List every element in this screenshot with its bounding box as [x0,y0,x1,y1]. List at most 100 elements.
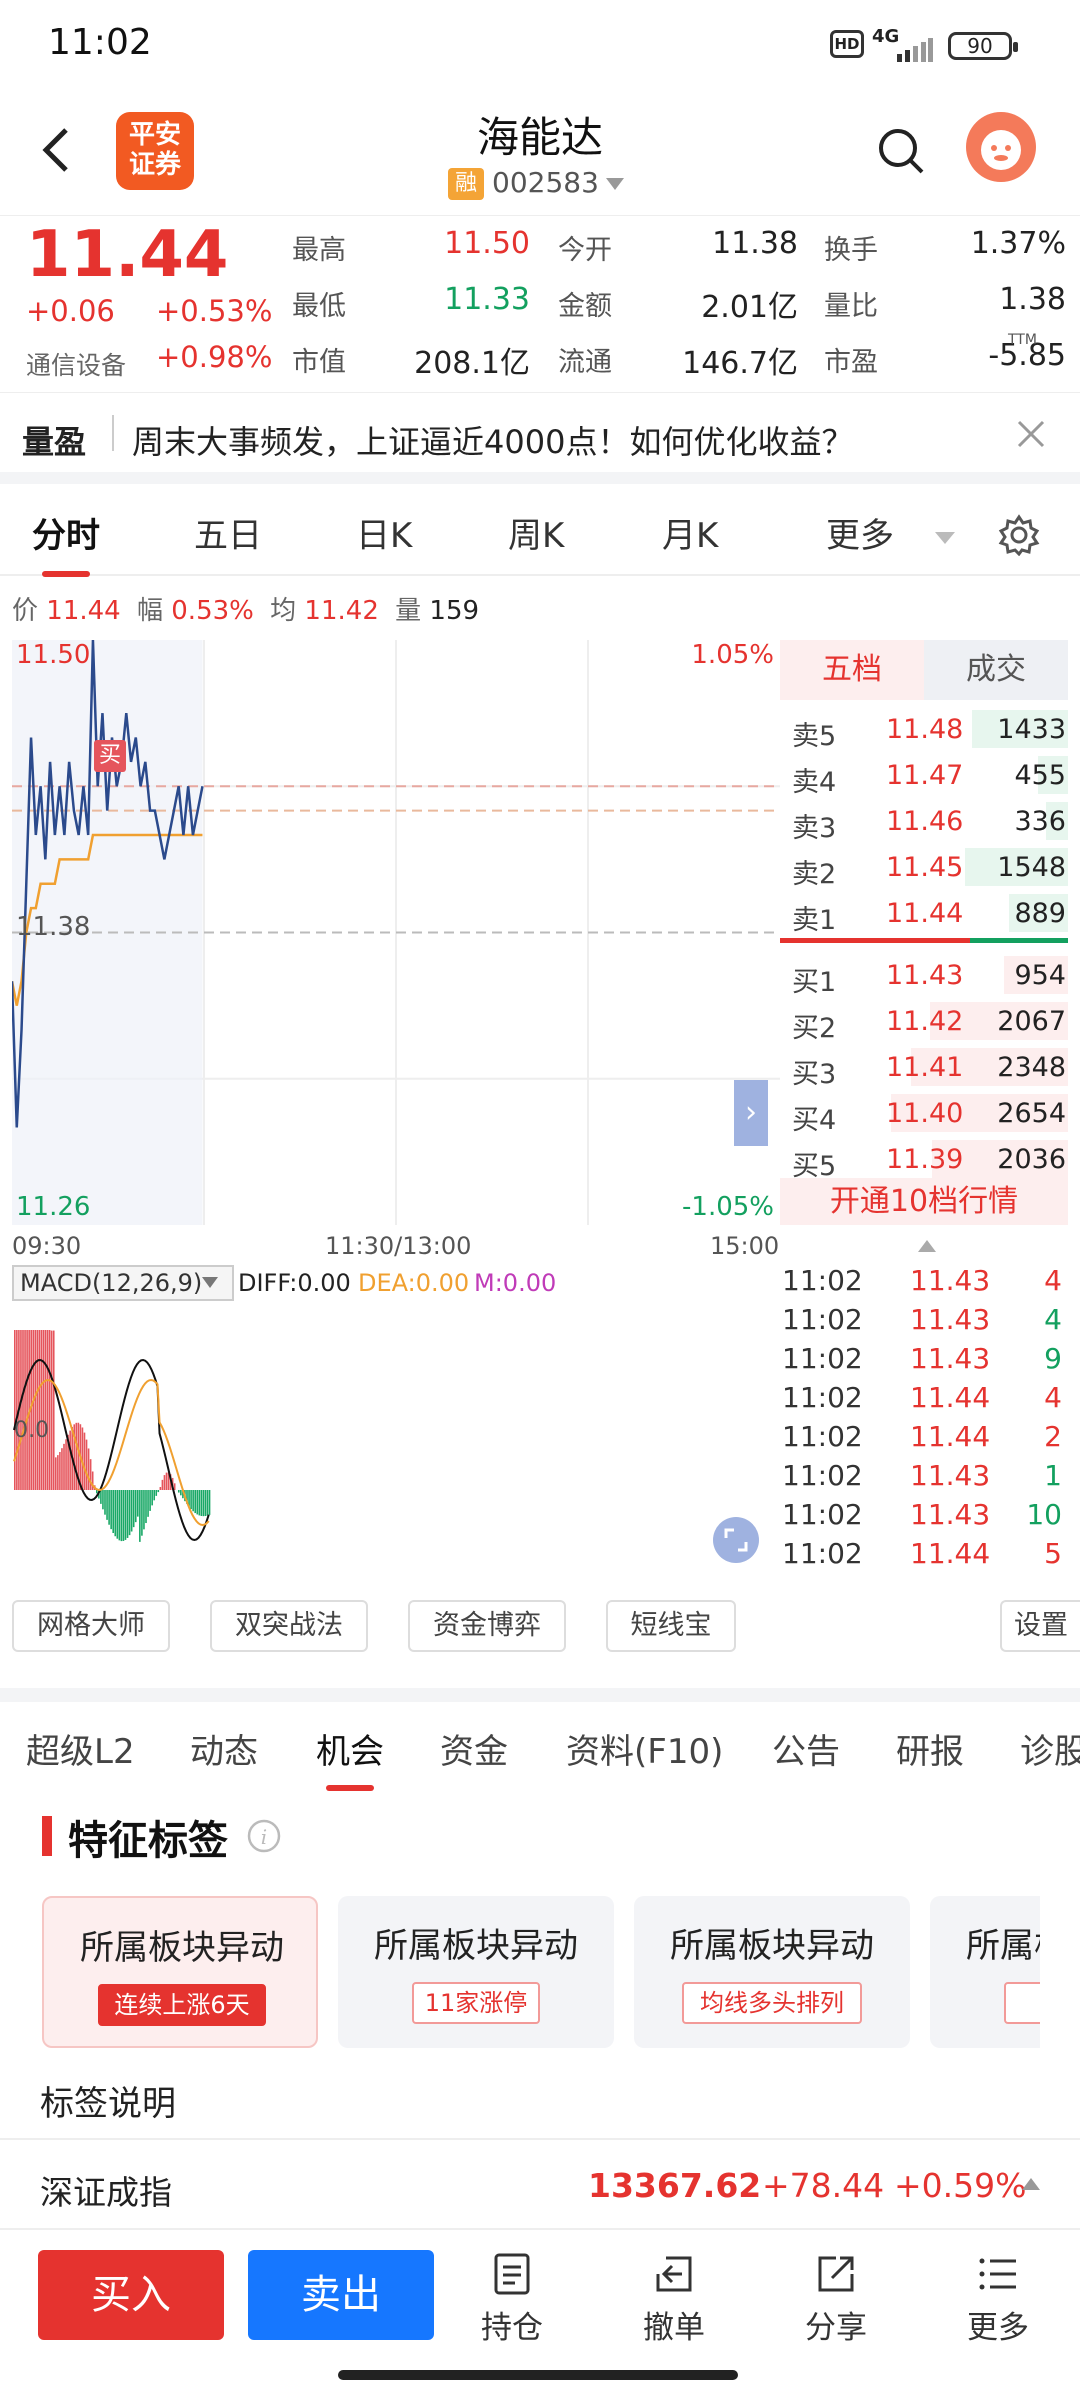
tab-monthly-k[interactable]: 月K [662,508,718,557]
news-banner[interactable]: 量盈 周末大事频发，上证逼近4000点！如何优化收益？ [0,392,1080,484]
tab-weekly-k[interactable]: 周K [508,508,564,557]
more-label: 更多 [967,2310,1029,2346]
range-label: 幅 [136,596,163,626]
index-change: +78.44 [762,2166,885,2205]
y-mid-label: 11.38 [16,912,91,942]
macd-bar [155,1490,158,1496]
bid-row[interactable]: 买3 11.41 2348 [780,1044,1068,1090]
search-icon[interactable] [876,126,926,176]
home-indicator[interactable] [338,2370,738,2380]
ask-row[interactable]: 卖4 11.47 455 [780,752,1068,798]
tab-f10[interactable]: 资料(F10) [566,1724,723,1773]
buy-button[interactable]: 买入 [38,2250,224,2340]
grid-master-button[interactable]: 网格大师 [12,1600,170,1652]
sell-button[interactable]: 卖出 [248,2250,434,2340]
tab-diagnosis[interactable]: 诊股 [1020,1724,1080,1773]
close-icon[interactable] [1016,419,1046,449]
tick-volume: 1 [1044,1459,1062,1492]
tab-research[interactable]: 研报 [896,1724,964,1773]
margin-tag: 融 [448,168,484,200]
open-level10-button[interactable]: 开通10档行情 [780,1178,1068,1225]
tick-row: 11:02 11.44 5 [780,1535,1070,1574]
stock-code[interactable]: 002583 [492,166,599,199]
ttm-superscript: TTM [1008,332,1037,348]
book-vol: 889 [1014,898,1066,929]
feature-card[interactable]: 所属板块异动三 [930,1896,1040,2048]
capital-game-button[interactable]: 资金博弈 [408,1600,566,1652]
tab-super-l2[interactable]: 超级L2 [26,1724,135,1773]
intraday-chart-svg [10,639,780,1225]
book-price: 11.48 [886,714,964,745]
quote-field-value: 11.50 [444,226,530,261]
bid-row[interactable]: 买5 11.39 2036 [780,1136,1068,1182]
fullscreen-icon[interactable] [712,1516,760,1564]
macd-bar [112,1490,114,1534]
tab-opportunity[interactable]: 机会 [316,1724,384,1791]
double-breakout-button[interactable]: 双突战法 [210,1600,368,1652]
stock-header: 平安证券 海能达 融 002583 [0,90,1080,215]
tick-price: 11.44 [910,1420,991,1453]
macd-bar [36,1330,39,1490]
positions-button[interactable]: 持仓 [452,2252,572,2347]
macd-chart[interactable]: 0.0 [12,1300,774,1582]
tab-trades[interactable]: 成交 [924,640,1068,700]
feature-card[interactable]: 所属板块异动 均线多头排列 [634,1896,910,2048]
macd-bar [147,1490,149,1517]
book-price: 11.47 [886,760,964,791]
bid-row[interactable]: 买4 11.40 2654 [780,1090,1068,1136]
cancel-order-button[interactable]: 撤单 [614,2252,734,2347]
chevron-up-icon[interactable] [1022,2178,1040,2190]
index-name: 深证成指 [40,2173,172,2212]
card-title: 所属板块异动 [80,1928,284,1968]
feature-card[interactable]: 所属板块异动 连续上涨6天 [42,1896,318,2048]
macd-bar [208,1490,211,1515]
tag-explanation-link[interactable]: 标签说明 [40,2076,176,2125]
ask-row[interactable]: 卖1 11.44 889 [780,890,1068,936]
tab-five-day[interactable]: 五日 [194,508,262,557]
more-dropdown-icon[interactable] [935,532,955,544]
sector-name[interactable]: 通信设备 [26,346,126,382]
bid-row[interactable]: 买1 11.43 954 [780,952,1068,998]
macd-chart-svg [13,1330,211,1542]
share-button[interactable]: 分享 [776,2252,896,2347]
macd-bar [34,1330,37,1490]
tab-more[interactable]: 更多 [826,508,894,557]
macd-selector[interactable]: MACD(12,26,9) [12,1265,235,1301]
bid-row[interactable]: 买2 11.42 2067 [780,998,1068,1044]
ask-row[interactable]: 卖5 11.48 1433 [780,706,1068,752]
ask-row[interactable]: 卖2 11.45 1548 [780,844,1068,890]
avatar[interactable] [966,112,1036,182]
tab-intraday[interactable]: 分时 [32,508,100,577]
positions-label: 持仓 [481,2310,543,2346]
chevron-down-icon[interactable] [606,178,624,190]
macd-bar [149,1490,151,1511]
status-bar: 11:02 HD 4G 90 [0,0,1080,90]
share-icon [818,2256,854,2292]
index-bar[interactable]: 深证成指 13367.62 +78.44 +0.59% [0,2138,1080,2230]
ask-row[interactable]: 卖3 11.46 336 [780,798,1068,844]
tab-daily-k[interactable]: 日K [356,508,412,557]
tick-row: 11:02 11.43 1 [780,1457,1070,1496]
tab-announcements[interactable]: 公告 [772,1724,840,1773]
tick-volume: 9 [1044,1342,1062,1375]
quote-field-label: 市值 [292,347,346,378]
macd-bar [137,1490,139,1517]
scroll-up-icon[interactable] [918,1240,936,1252]
buy-marker[interactable]: 买 [94,740,126,772]
feature-card[interactable]: 所属板块异动 11家涨停 [338,1896,614,2048]
tools-settings-button[interactable]: 设置 [1000,1600,1080,1652]
quote-field-value: 1.38 [999,282,1066,317]
tab-capital[interactable]: 资金 [440,1724,508,1773]
intraday-chart[interactable]: 11.50 1.05% 11.38 11.26 -1.05% 买 › [10,639,780,1225]
quote-field-value: 146.7亿 [682,346,798,381]
tab-news[interactable]: 动态 [190,1724,258,1773]
chevron-down-icon[interactable] [202,1277,218,1288]
expand-arrow-icon[interactable]: › [734,1080,768,1146]
more-button[interactable]: 更多 [938,2252,1058,2347]
tab-five-level[interactable]: 五档 [780,640,924,700]
gear-icon[interactable] [998,514,1040,556]
info-icon[interactable]: i [246,1818,282,1854]
hd-icon: HD [830,30,864,58]
short-line-button[interactable]: 短线宝 [606,1600,736,1652]
book-vol: 1433 [997,714,1066,745]
